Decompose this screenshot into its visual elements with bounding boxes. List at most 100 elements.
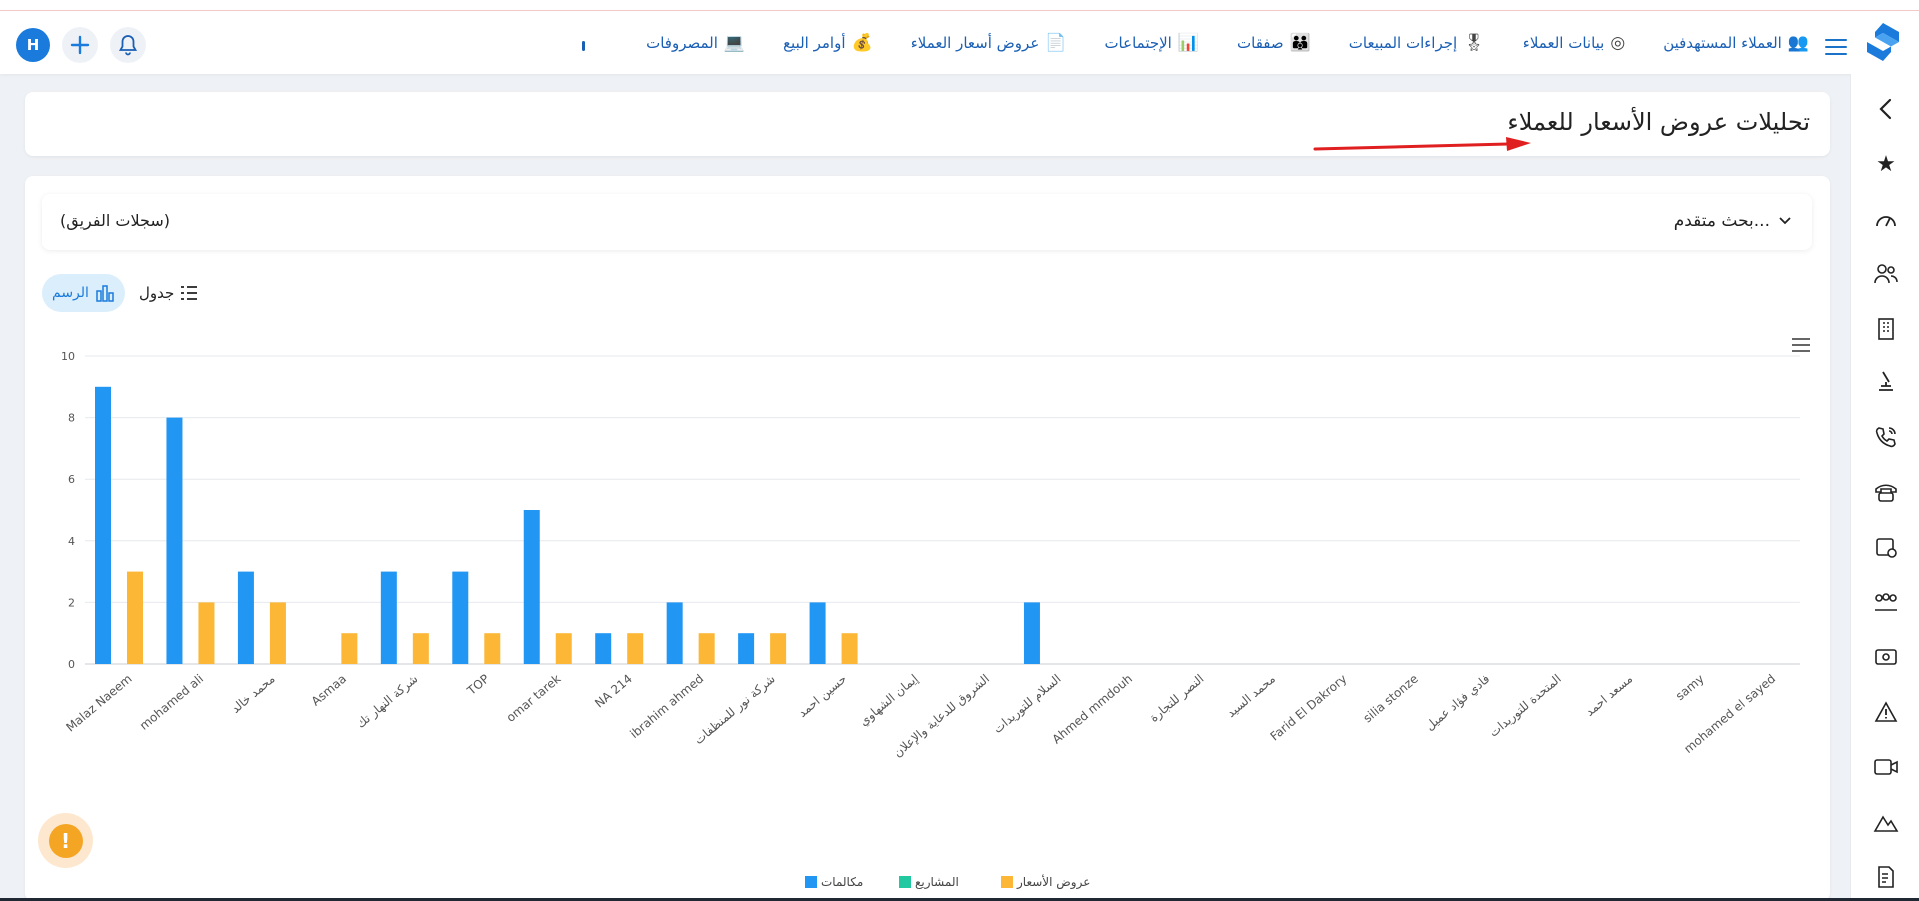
app-logo[interactable] <box>1861 20 1905 64</box>
dashboard-gauge-icon[interactable] <box>1871 204 1901 234</box>
team-records-label: (سجلات الفريق) <box>60 211 170 230</box>
users-icon[interactable] <box>1871 259 1901 289</box>
calendar-add-icon[interactable] <box>1871 532 1901 562</box>
table-view-label: جدول <box>138 284 175 302</box>
x-tick-label: فادي فؤاد عميل <box>1423 672 1493 734</box>
nav-price-quotes[interactable]: 📄 عروض أسعار العملاء <box>911 33 1067 53</box>
cash-icon[interactable] <box>1871 642 1901 672</box>
bar-quotes <box>770 633 787 664</box>
nav-meetings[interactable]: 📊 الإجتماعات <box>1104 33 1199 53</box>
bar-calls <box>95 386 111 664</box>
price-quotes-icon: 📄 <box>1045 32 1067 53</box>
invoice-icon[interactable] <box>1871 862 1901 892</box>
right-sidebar: ★ <box>1850 74 1919 901</box>
bar-quotes <box>269 602 286 664</box>
nav-customer-data[interactable]: ◎ بيانات العملاء <box>1523 33 1625 53</box>
bar-chart-icon <box>96 285 114 302</box>
x-tick-label: محمد خالد <box>229 672 278 716</box>
add-button[interactable] <box>62 27 98 63</box>
customer-data-icon: ◎ <box>1610 32 1626 53</box>
nav-target-customers[interactable]: 👥 العملاء المستهدفين <box>1663 33 1809 53</box>
bar-calls <box>523 510 540 664</box>
nav-label: بيانات العملاء <box>1522 33 1605 52</box>
chevron-down-icon <box>1779 217 1791 225</box>
nav-sales-orders[interactable]: 💰 أوامر البيع <box>783 33 873 53</box>
plus-icon <box>70 35 90 55</box>
nav-deals[interactable]: 👪 صفقات <box>1237 33 1311 53</box>
chart-view-button[interactable]: الرسم <box>42 274 125 312</box>
team-icon[interactable] <box>1871 587 1901 617</box>
title-card: تحليلات عروض الأسعار للعملاء <box>25 92 1830 156</box>
advanced-search-label: بحث متقدم... <box>1673 211 1770 231</box>
x-tick-label: silia stonze <box>1361 672 1421 726</box>
view-toggle: الرسم جدول <box>42 274 198 312</box>
advanced-search-toggle[interactable]: بحث متقدم... <box>1674 211 1792 231</box>
building-icon[interactable] <box>1871 314 1901 344</box>
nav-label: الإجتماعات <box>1104 33 1172 52</box>
legend-label: عروض الأسعار <box>1016 874 1090 890</box>
bar-quotes <box>484 633 501 664</box>
bar-calls <box>380 571 397 664</box>
legend-label: المشاريع <box>915 875 959 890</box>
star-icon[interactable]: ★ <box>1871 149 1901 179</box>
bar-calls <box>166 417 183 664</box>
list-icon <box>181 286 198 300</box>
microscope-icon[interactable] <box>1871 367 1901 397</box>
notifications-button[interactable] <box>110 27 146 63</box>
exclamation-icon: ! <box>48 823 83 858</box>
target-customers-icon: 👥 <box>1787 32 1809 53</box>
x-tick-label: TOP <box>464 672 492 699</box>
bar-quotes <box>555 633 572 664</box>
nav-label: صفقات <box>1237 33 1284 52</box>
y-tick-label: 4 <box>68 535 75 548</box>
deals-icon: 👪 <box>1289 32 1311 53</box>
nav-expenses[interactable]: 💻 المصروفات <box>646 33 745 53</box>
y-tick-label: 2 <box>68 596 75 609</box>
advanced-search-bar[interactable]: بحث متقدم... (سجلات الفريق) <box>42 194 1812 250</box>
x-tick-label: Malaz Naeem <box>63 672 134 735</box>
table-view-button[interactable]: جدول <box>139 284 198 302</box>
nav-scroll-indicator <box>582 41 585 51</box>
alert-button[interactable]: ! <box>38 813 93 868</box>
chevron-left-icon[interactable] <box>1871 94 1901 124</box>
bar-quotes <box>698 633 715 664</box>
nav-label: عروض أسعار العملاء <box>910 33 1040 52</box>
legend-swatch <box>899 876 911 888</box>
video-call-icon[interactable] <box>1871 752 1901 782</box>
user-avatar[interactable]: H <box>16 28 50 62</box>
x-tick-label: المتحدة للتوريدات <box>1486 672 1564 741</box>
meetings-icon: 📊 <box>1177 32 1200 53</box>
y-tick-label: 8 <box>68 412 75 425</box>
bar-calls <box>666 602 683 664</box>
bar-quotes <box>341 633 358 664</box>
x-tick-label: samy <box>1673 672 1707 704</box>
bar-quotes <box>412 633 429 664</box>
bar-quotes <box>127 571 143 664</box>
page-title: تحليلات عروض الأسعار للعملاء <box>1507 108 1810 136</box>
x-tick-label: حسين احمد <box>795 672 850 721</box>
x-tick-label: NA 214 <box>592 672 635 711</box>
bar-quotes <box>627 633 644 664</box>
header-actions: H <box>16 27 146 63</box>
legend-swatch <box>1001 876 1013 888</box>
chart-view-label: الرسم <box>52 285 89 301</box>
legend-label: مكالمات <box>821 875 863 889</box>
bar-calls <box>1023 602 1040 664</box>
mountain-icon[interactable] <box>1871 807 1901 837</box>
nav-label: العملاء المستهدفين <box>1663 33 1782 52</box>
nav-sales-actions[interactable]: 🎖 إجراءات المبيعات <box>1349 33 1485 53</box>
menu-toggle-button[interactable] <box>1825 39 1847 55</box>
telephone-icon[interactable] <box>1871 477 1901 507</box>
expenses-icon: 💻 <box>723 32 746 53</box>
warning-triangle-icon[interactable] <box>1871 697 1901 727</box>
bar-calls <box>237 571 254 664</box>
bar-calls <box>809 602 826 664</box>
nav-label: إجراءات المبيعات <box>1348 33 1458 52</box>
x-tick-label: شركة النهار تك <box>354 672 421 732</box>
bar-chart: 0 2 4 6 8 10 Malaz Naeem mohamed ali محمد خالد As… <box>61 350 1800 890</box>
red-arrow-annotation <box>1313 137 1531 151</box>
phone-call-icon[interactable] <box>1871 422 1901 452</box>
bar-calls <box>452 571 469 664</box>
bell-icon <box>118 35 138 56</box>
sales-actions-icon: 🎖 <box>1463 32 1485 53</box>
